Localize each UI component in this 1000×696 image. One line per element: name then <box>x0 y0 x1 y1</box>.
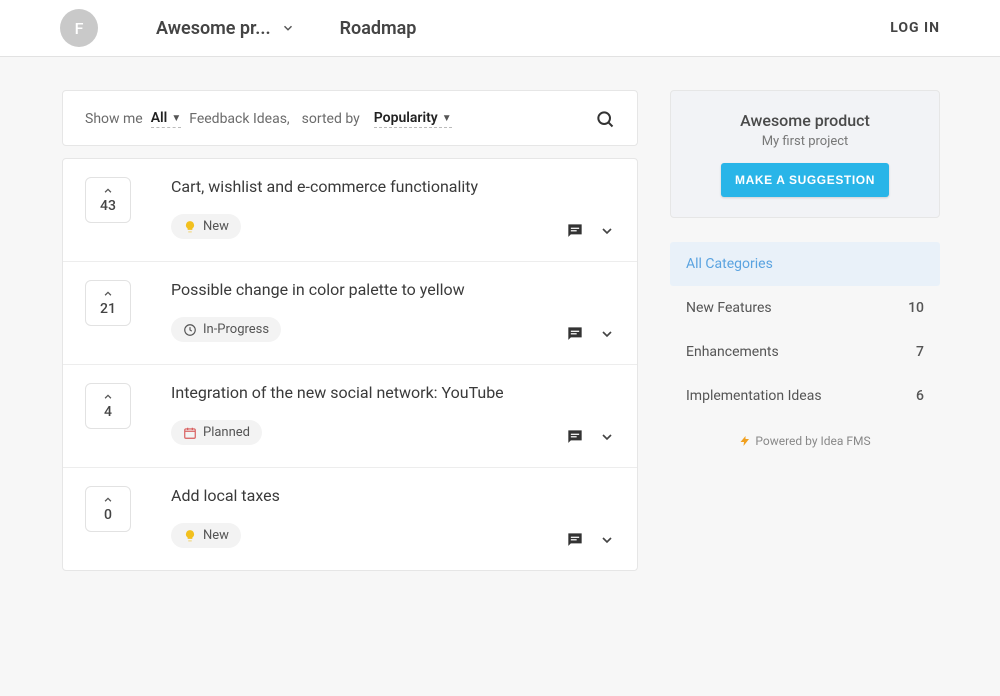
idea-title[interactable]: Integration of the new social network: Y… <box>171 383 615 402</box>
idea-list: 43 Cart, wishlist and e-commerce functio… <box>62 158 638 571</box>
category-label: All Categories <box>686 256 773 272</box>
filter-show-label: Show me <box>85 111 143 127</box>
vote-count: 21 <box>100 301 116 317</box>
app-header: F Awesome pr... Roadmap LOG IN <box>0 0 1000 57</box>
idea-body: Add local taxes New <box>171 486 615 548</box>
category-item[interactable]: Enhancements 7 <box>670 330 940 374</box>
idea-body: Possible change in color palette to yell… <box>171 280 615 342</box>
expand-chevron-icon[interactable] <box>599 223 615 239</box>
idea-row: 21 Possible change in color palette to y… <box>63 262 637 365</box>
status-label: Planned <box>203 425 250 440</box>
project-switcher[interactable]: Awesome pr... <box>156 18 295 39</box>
filter-sort-label: sorted by <box>302 111 360 127</box>
vote-count: 0 <box>104 507 112 523</box>
chevron-up-icon <box>102 392 114 402</box>
category-item[interactable]: All Categories <box>670 242 940 286</box>
status-icon <box>183 529 197 543</box>
vote-button[interactable]: 0 <box>85 486 131 532</box>
project-card: Awesome product My first project MAKE A … <box>670 90 940 218</box>
idea-actions <box>565 221 615 241</box>
chevron-up-icon <box>102 186 114 196</box>
filter-sort-dropdown[interactable]: Popularity ▼ <box>374 110 452 128</box>
login-button[interactable]: LOG IN <box>890 20 940 36</box>
category-item[interactable]: New Features 10 <box>670 286 940 330</box>
category-label: New Features <box>686 300 772 316</box>
category-label: Implementation Ideas <box>686 388 822 404</box>
chevron-down-icon <box>281 21 295 35</box>
status-icon <box>183 220 197 234</box>
idea-title[interactable]: Cart, wishlist and e-commerce functional… <box>171 177 615 196</box>
expand-chevron-icon[interactable] <box>599 532 615 548</box>
category-count: 7 <box>916 344 924 360</box>
category-label: Enhancements <box>686 344 779 360</box>
status-label: In-Progress <box>203 322 269 337</box>
vote-button[interactable]: 21 <box>85 280 131 326</box>
vote-count: 4 <box>104 404 112 420</box>
avatar-initial: F <box>75 19 84 38</box>
project-name: Awesome product <box>687 111 923 130</box>
idea-title[interactable]: Possible change in color palette to yell… <box>171 280 615 299</box>
status-pill: In-Progress <box>171 317 281 342</box>
nav-roadmap-label: Roadmap <box>340 18 417 39</box>
powered-by[interactable]: Powered by Idea FMS <box>670 434 940 448</box>
nav-roadmap[interactable]: Roadmap <box>340 18 417 39</box>
chevron-up-icon <box>102 289 114 299</box>
status-label: New <box>203 219 229 234</box>
idea-title[interactable]: Add local taxes <box>171 486 615 505</box>
filter-type-value: All <box>151 110 168 126</box>
bolt-icon <box>739 435 751 447</box>
filter-sort-value: Popularity <box>374 110 438 126</box>
caret-down-icon: ▼ <box>442 113 452 124</box>
vote-button[interactable]: 4 <box>85 383 131 429</box>
main-column: Show me All ▼ Feedback Ideas, sorted by … <box>62 90 638 571</box>
category-list: All Categories New Features 10 Enhanceme… <box>670 242 940 418</box>
idea-body: Cart, wishlist and e-commerce functional… <box>171 177 615 239</box>
sidebar: Awesome product My first project MAKE A … <box>670 90 940 571</box>
status-icon <box>183 426 197 440</box>
comment-icon[interactable] <box>565 324 585 344</box>
idea-row: 43 Cart, wishlist and e-commerce functio… <box>63 159 637 262</box>
avatar[interactable]: F <box>60 9 98 47</box>
filter-bar: Show me All ▼ Feedback Ideas, sorted by … <box>62 90 638 146</box>
project-tagline: My first project <box>687 134 923 149</box>
status-pill: New <box>171 523 241 548</box>
status-icon <box>183 323 197 337</box>
idea-actions <box>565 427 615 447</box>
category-item[interactable]: Implementation Ideas 6 <box>670 374 940 418</box>
status-pill: New <box>171 214 241 239</box>
project-switcher-label: Awesome pr... <box>156 18 271 39</box>
comment-icon[interactable] <box>565 221 585 241</box>
category-count: 10 <box>908 300 924 316</box>
comment-icon[interactable] <box>565 427 585 447</box>
vote-count: 43 <box>100 198 116 214</box>
expand-chevron-icon[interactable] <box>599 429 615 445</box>
idea-actions <box>565 530 615 550</box>
filter-middle-text: Feedback Ideas, <box>189 111 289 127</box>
status-pill: Planned <box>171 420 262 445</box>
caret-down-icon: ▼ <box>171 113 181 124</box>
category-count: 6 <box>916 388 924 404</box>
chevron-up-icon <box>102 495 114 505</box>
filter-type-dropdown[interactable]: All ▼ <box>151 110 182 128</box>
idea-body: Integration of the new social network: Y… <box>171 383 615 445</box>
make-suggestion-button[interactable]: MAKE A SUGGESTION <box>721 163 889 197</box>
content-area: Show me All ▼ Feedback Ideas, sorted by … <box>0 57 1000 571</box>
vote-button[interactable]: 43 <box>85 177 131 223</box>
comment-icon[interactable] <box>565 530 585 550</box>
search-icon[interactable] <box>595 109 615 129</box>
idea-actions <box>565 324 615 344</box>
idea-row: 0 Add local taxes New <box>63 468 637 570</box>
idea-row: 4 Integration of the new social network:… <box>63 365 637 468</box>
powered-by-text: Powered by Idea FMS <box>755 434 870 448</box>
expand-chevron-icon[interactable] <box>599 326 615 342</box>
status-label: New <box>203 528 229 543</box>
